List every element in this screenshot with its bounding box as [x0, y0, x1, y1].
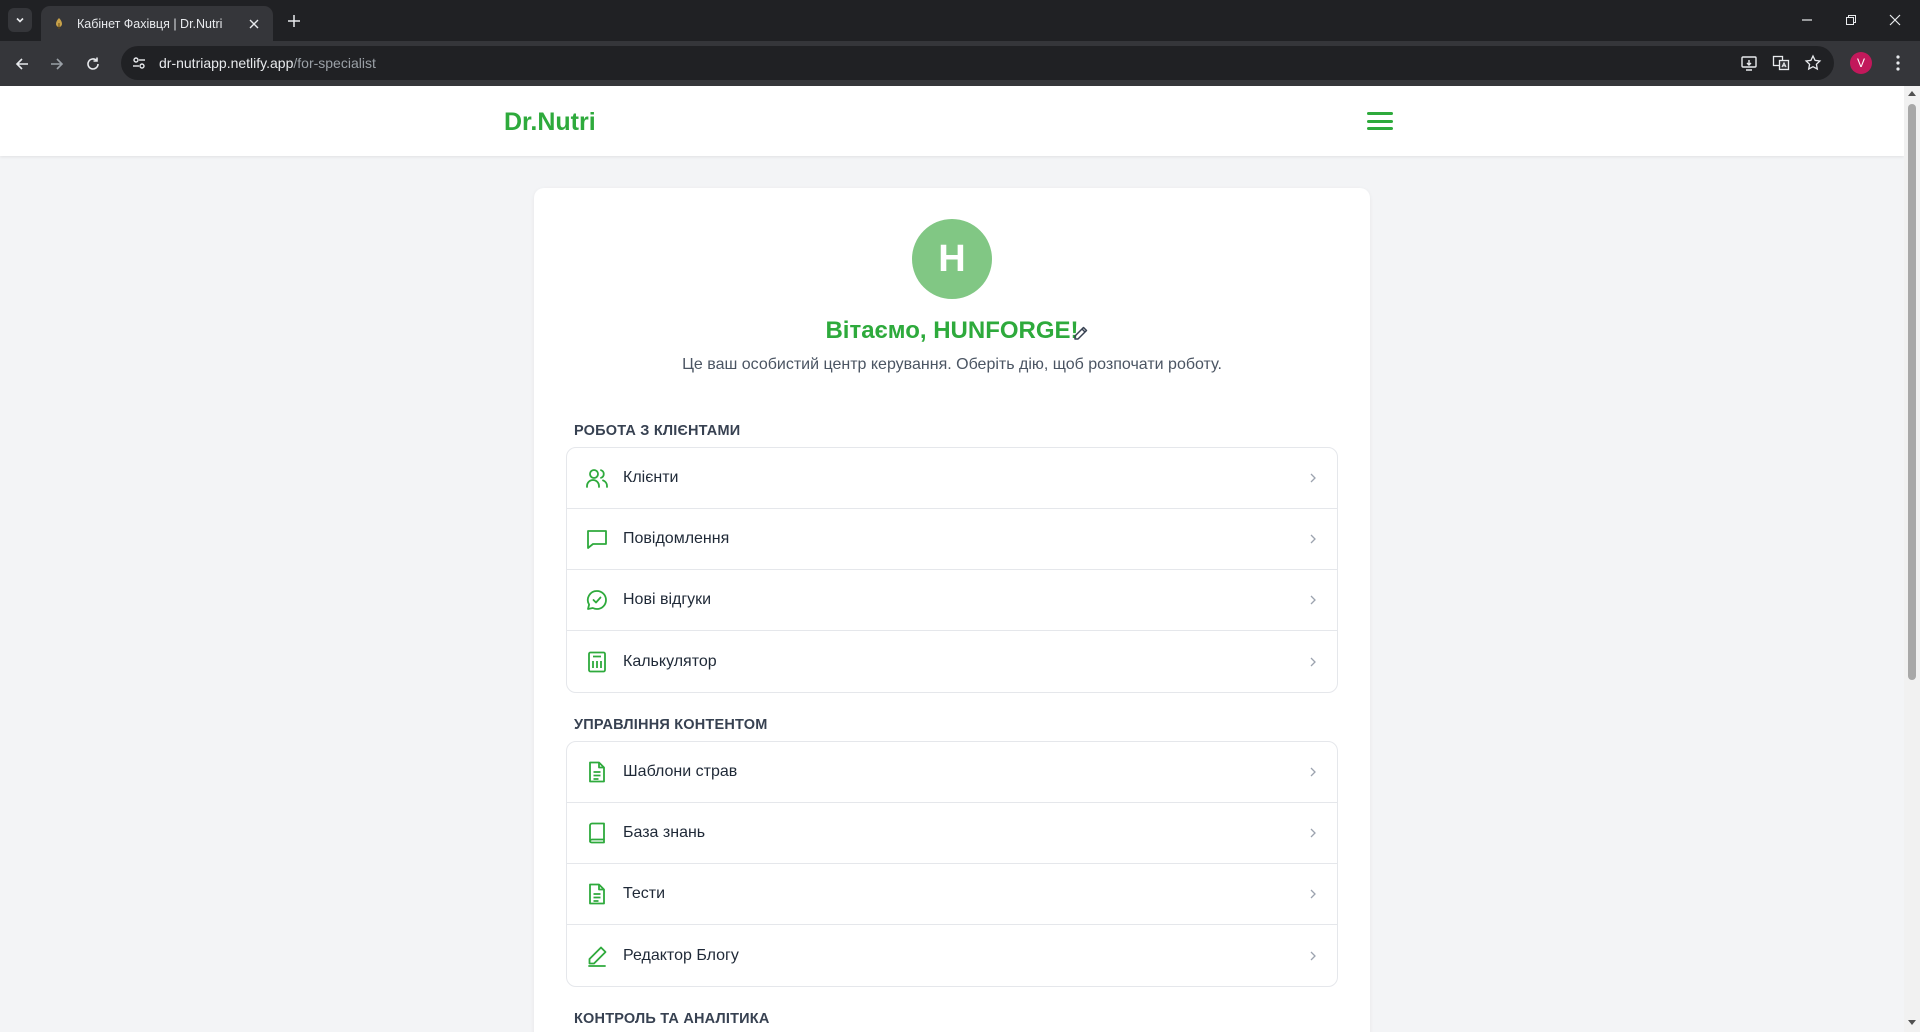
forward-button[interactable] — [44, 51, 70, 77]
reload-icon — [87, 57, 99, 70]
browser-menu-button[interactable] — [1886, 51, 1910, 75]
tab-search-button[interactable] — [8, 8, 32, 32]
chevron-right-icon — [1307, 532, 1319, 546]
chevron-right-icon — [1307, 471, 1319, 485]
menu-item-tests[interactable]: Тести — [567, 864, 1337, 925]
page-scrollbar[interactable] — [1904, 86, 1920, 1032]
tab-title: Кабінет Фахівця | Dr.Nutri — [77, 16, 223, 31]
menu-item-blog-editor[interactable]: Редактор Блогу — [567, 925, 1337, 986]
menu-item-meal-templates[interactable]: Шаблони страв — [567, 742, 1337, 803]
menu-item-knowledge-base[interactable]: База знань — [567, 803, 1337, 864]
pencil-icon — [1073, 326, 1087, 340]
profile-avatar[interactable]: V — [1850, 52, 1872, 74]
edit-name-button[interactable] — [1069, 322, 1091, 344]
minimize-button[interactable] — [1784, 8, 1830, 32]
favicon-icon — [51, 16, 67, 32]
chevron-right-icon — [1307, 765, 1319, 779]
menu-item-calculator[interactable]: Калькулятор — [567, 631, 1337, 692]
tune-icon — [133, 57, 145, 69]
message-circle-icon — [585, 588, 609, 612]
page-viewport: Dr.Nutri H Вітаємо, HUNFORGE! Це ваш осо… — [0, 86, 1904, 1032]
file-text-icon — [585, 882, 609, 906]
menu-item-label: Повідомлення — [623, 530, 730, 547]
menu-list-content: Шаблони страв База знань Тести Редактор … — [566, 741, 1338, 987]
menu-item-reviews[interactable]: Нові відгуки — [567, 570, 1337, 631]
translate-button[interactable] — [1769, 51, 1793, 75]
chevron-down-icon — [16, 17, 24, 23]
menu-item-label: Шаблони страв — [623, 763, 738, 780]
url-path: /for-specialist — [293, 55, 376, 71]
translate-icon — [1772, 55, 1790, 71]
site-info-button[interactable] — [125, 49, 153, 77]
menu-item-label: Клієнти — [623, 469, 679, 486]
menu-item-label: База знань — [623, 824, 706, 841]
scroll-up-icon[interactable] — [1908, 91, 1916, 96]
message-square-icon — [585, 527, 609, 551]
minimize-icon — [1802, 19, 1812, 21]
restore-button[interactable] — [1828, 8, 1874, 32]
chevron-right-icon — [1307, 949, 1319, 963]
section-title-clients: РОБОТА З КЛІЄНТАМИ — [574, 423, 741, 439]
address-bar[interactable]: dr-nutriapp.netlify.app/for-specialist — [121, 46, 1834, 80]
menu-list-clients: Клієнти Повідомлення Нові відгуки Кальку… — [566, 447, 1338, 693]
browser-toolbar: dr-nutriapp.netlify.app/for-specialist V — [0, 41, 1920, 86]
browser-tab-strip: Кабінет Фахівця | Dr.Nutri — [0, 0, 1920, 41]
chevron-right-icon — [1307, 593, 1319, 607]
file-text-icon — [585, 760, 609, 784]
scrollbar-thumb[interactable] — [1908, 104, 1916, 680]
reload-button[interactable] — [80, 51, 106, 77]
arrow-right-icon — [51, 58, 64, 70]
star-icon — [1804, 54, 1822, 71]
welcome-title: Вітаємо, HUNFORGE! — [825, 317, 1079, 344]
chevron-right-icon — [1307, 655, 1319, 669]
welcome-subtitle: Це ваш особистий центр керування. Оберіт… — [682, 356, 1222, 373]
close-icon — [1889, 14, 1901, 26]
close-window-button[interactable] — [1872, 8, 1918, 32]
new-tab-button[interactable] — [283, 10, 305, 32]
menu-item-clients[interactable]: Клієнти — [567, 448, 1337, 509]
tab-close-icon[interactable] — [245, 15, 263, 33]
site-logo[interactable]: Dr.Nutri — [504, 108, 596, 137]
url-host: dr-nutriapp.netlify.app — [159, 55, 294, 71]
pen-icon — [585, 944, 609, 968]
more-vert-icon — [1896, 55, 1900, 71]
install-app-button[interactable] — [1737, 51, 1761, 75]
menu-item-messages[interactable]: Повідомлення — [567, 509, 1337, 570]
users-icon — [585, 466, 609, 490]
back-button[interactable] — [9, 51, 35, 77]
site-header: Dr.Nutri — [0, 86, 1904, 156]
browser-tab-active[interactable]: Кабінет Фахівця | Dr.Nutri — [41, 6, 273, 41]
chevron-right-icon — [1307, 826, 1319, 840]
restore-icon — [1846, 15, 1856, 25]
calculator-icon — [585, 650, 609, 674]
hamburger-icon[interactable] — [1366, 109, 1394, 133]
bookmark-button[interactable] — [1801, 51, 1825, 75]
install-icon — [1741, 56, 1757, 71]
section-title-analytics: КОНТРОЛЬ ТА АНАЛІТИКА — [574, 1011, 770, 1027]
menu-item-label: Калькулятор — [623, 652, 717, 670]
arrow-left-icon — [15, 58, 28, 70]
menu-item-label: Редактор Блогу — [623, 946, 739, 964]
menu-item-label: Тести — [623, 885, 666, 902]
chevron-right-icon — [1307, 887, 1319, 901]
book-icon — [585, 821, 609, 845]
user-avatar: H — [912, 219, 992, 299]
scroll-down-icon[interactable] — [1908, 1020, 1916, 1025]
dashboard-card: H Вітаємо, HUNFORGE! Це ваш особистий це… — [534, 188, 1370, 1032]
plus-icon — [288, 15, 300, 27]
menu-item-label: Нові відгуки — [623, 591, 712, 608]
section-title-content: УПРАВЛІННЯ КОНТЕНТОМ — [574, 717, 768, 733]
url-text: dr-nutriapp.netlify.app/for-specialist — [159, 55, 376, 71]
